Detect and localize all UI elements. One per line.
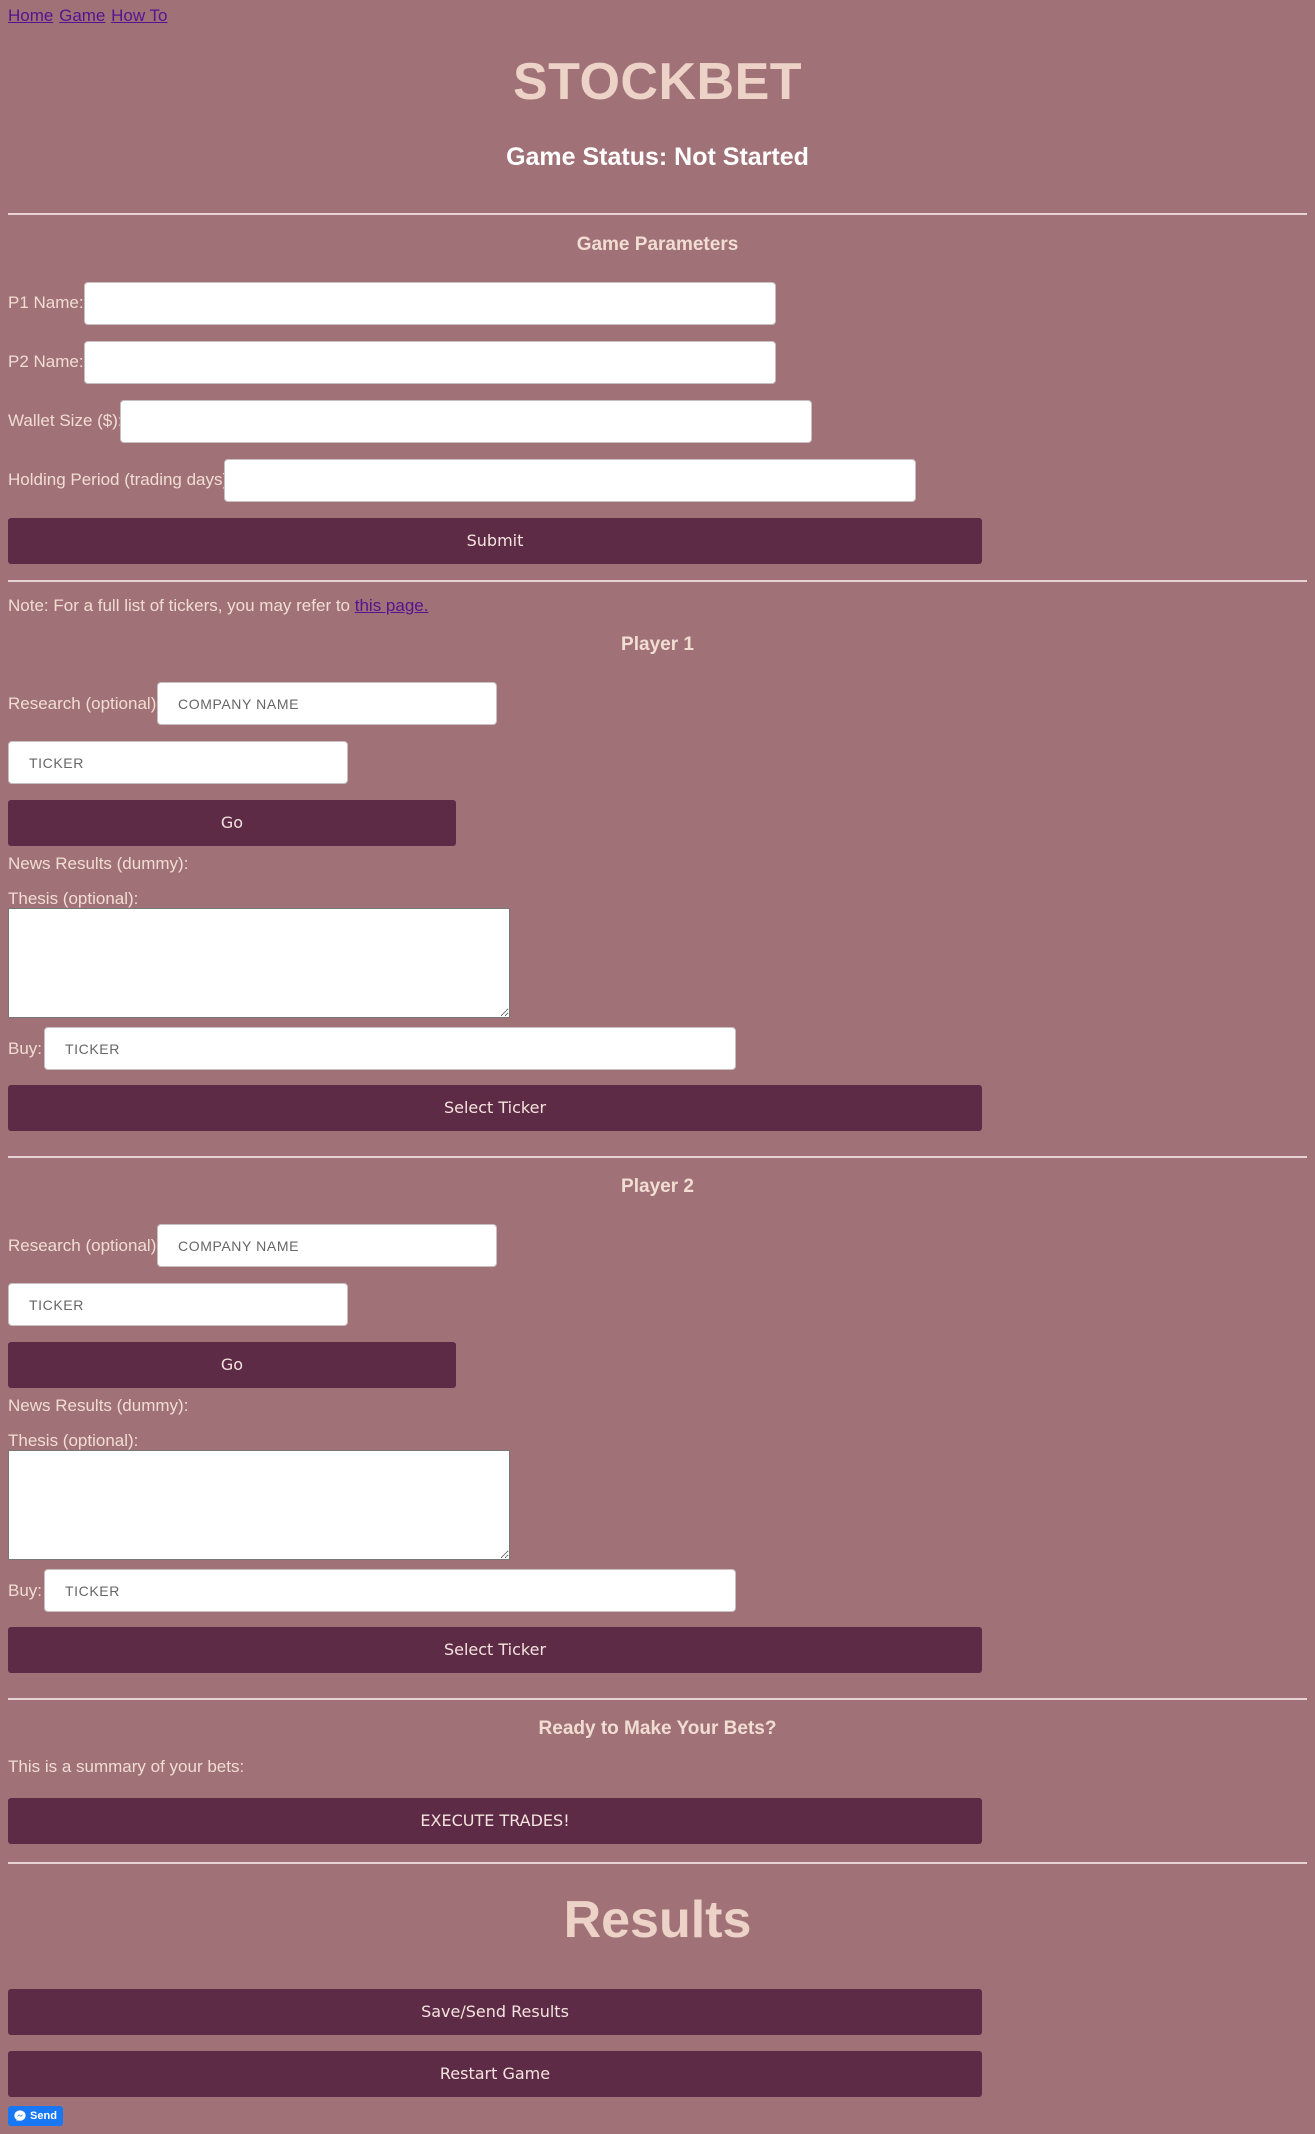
p1-research-label: Research (optional): [8,694,162,713]
divider [8,580,1307,582]
holding-period-label: Holding Period (trading days): [8,470,233,489]
submit-button[interactable]: Submit [8,518,982,564]
p2-buy-label: Buy: [8,1581,43,1600]
p2-research-label: Research (optional): [8,1236,162,1255]
p2-select-ticker-button[interactable]: Select Ticker [8,1627,982,1673]
wallet-size-input[interactable] [120,400,812,443]
game-status: Game Status: Not Started [506,143,809,171]
bets-summary-text: This is a summary of your bets: [8,1757,245,1776]
tickers-note: Note: For a full list of tickers, you ma… [8,596,428,616]
tickers-note-text: Note: For a full list of tickers, you ma… [8,596,351,615]
p1-research-ticker-input[interactable] [8,741,348,784]
divider [8,1156,1307,1158]
p2-go-button[interactable]: Go [8,1342,456,1388]
wallet-size-label: Wallet Size ($): [8,411,123,430]
p2-name-input[interactable] [84,341,776,384]
divider [8,213,1307,215]
messenger-send-label: Send [30,2110,57,2122]
p1-name-input[interactable] [84,282,776,325]
p1-buy-ticker-input[interactable] [44,1027,736,1070]
top-nav: Home Game How To [8,6,169,26]
p2-thesis-textarea[interactable] [8,1450,510,1560]
p1-go-button[interactable]: Go [8,800,456,846]
restart-game-button[interactable]: Restart Game [8,2051,982,2097]
p2-research-ticker-input[interactable] [8,1283,348,1326]
nav-link-game[interactable]: Game [59,6,105,25]
p2-company-name-input[interactable] [157,1224,497,1267]
game-parameters-heading: Game Parameters [576,234,739,255]
divider [8,1698,1307,1700]
site-title: STOCKBET [512,53,803,111]
p2-name-label: P2 Name: [8,352,84,371]
execute-trades-button[interactable]: EXECUTE TRADES! [8,1798,982,1844]
player-1-heading: Player 1 [621,634,694,655]
save-send-results-button[interactable]: Save/Send Results [8,1989,982,2035]
results-title: Results [563,1891,752,1949]
p2-buy-ticker-input[interactable] [44,1569,736,1612]
nav-link-home[interactable]: Home [8,6,53,25]
messenger-send-button[interactable]: Send [8,2106,63,2126]
p1-thesis-textarea[interactable] [8,908,510,1018]
player-2-heading: Player 2 [621,1176,694,1197]
p1-buy-label: Buy: [8,1039,43,1058]
nav-link-how-to[interactable]: How To [111,6,167,25]
messenger-icon [14,2110,26,2122]
bets-heading: Ready to Make Your Bets? [538,1718,777,1739]
p2-thesis-label: Thesis (optional): [8,1431,139,1450]
p1-thesis-label: Thesis (optional): [8,889,139,908]
p1-news-results-label: News Results (dummy): [8,854,189,873]
tickers-list-link[interactable]: this page. [355,596,429,615]
holding-period-input[interactable] [224,459,916,502]
divider [8,1862,1307,1864]
p1-select-ticker-button[interactable]: Select Ticker [8,1085,982,1131]
p1-name-label: P1 Name: [8,293,84,312]
p2-news-results-label: News Results (dummy): [8,1396,189,1415]
p1-company-name-input[interactable] [157,682,497,725]
